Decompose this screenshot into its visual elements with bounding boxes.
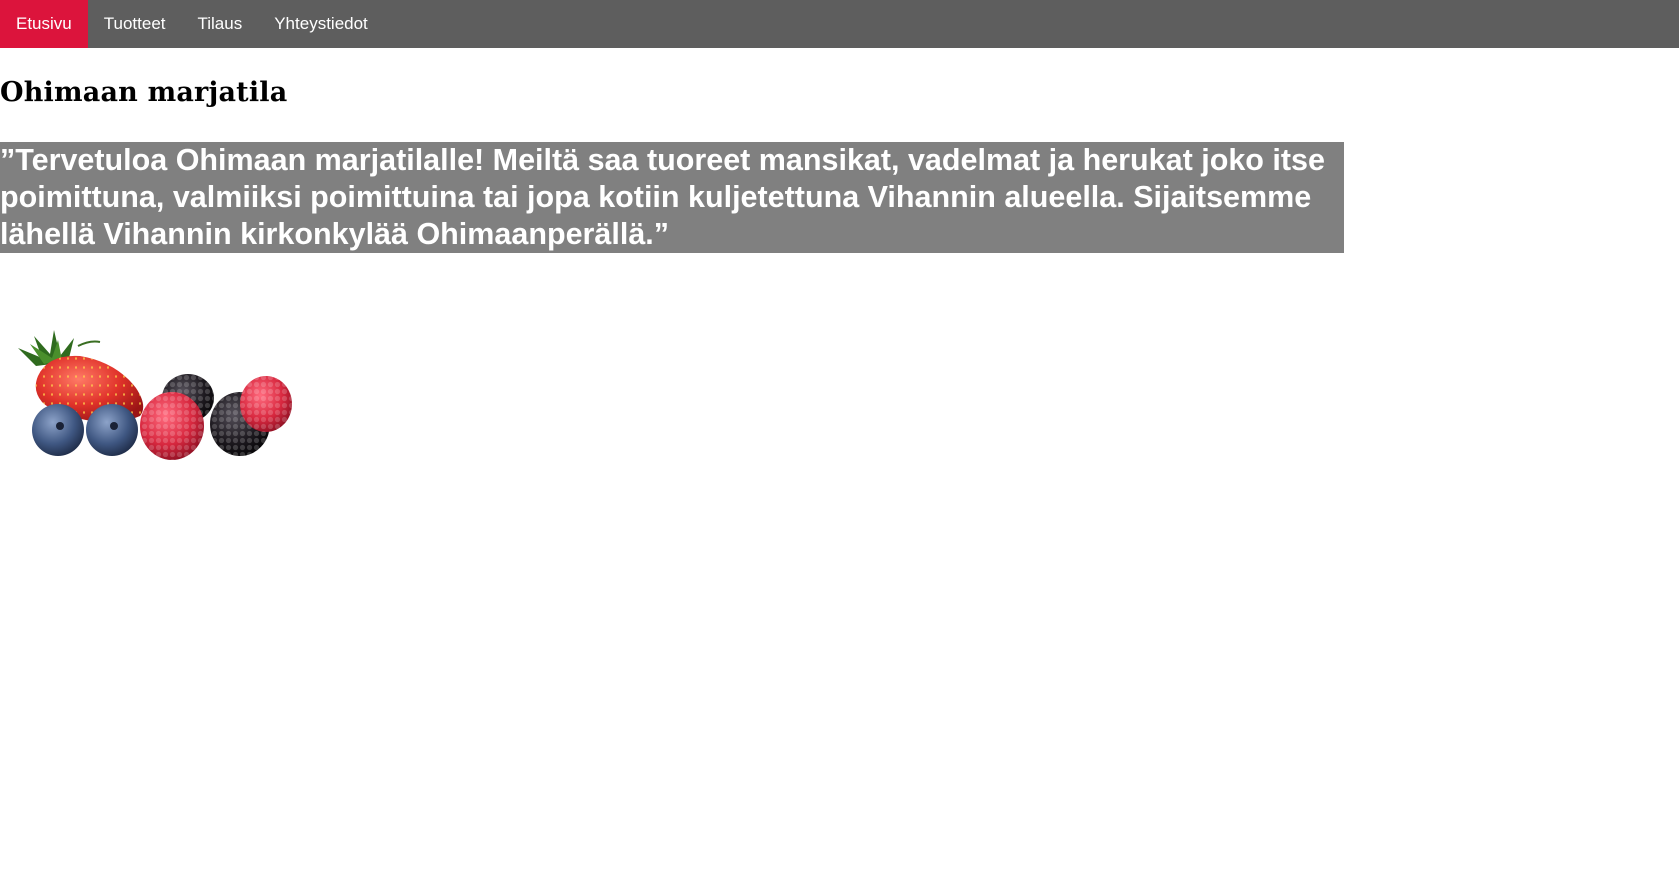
nav-item-etusivu[interactable]: Etusivu — [0, 0, 88, 48]
blueberry-2 — [86, 404, 138, 456]
welcome-text: ”Tervetuloa Ohimaan marjatilalle! Meiltä… — [0, 142, 1344, 253]
berries-image — [18, 330, 292, 460]
blueberry-1 — [32, 404, 84, 456]
raspberry-1 — [140, 392, 204, 460]
raspberry-2 — [240, 376, 292, 432]
nav-item-tuotteet[interactable]: Tuotteet — [88, 0, 182, 48]
nav-item-tilaus[interactable]: Tilaus — [182, 0, 259, 48]
page-title: Ohimaan marjatila — [0, 77, 288, 108]
top-navigation: Etusivu Tuotteet Tilaus Yhteystiedot — [0, 0, 1679, 48]
nav-item-yhteystiedot[interactable]: Yhteystiedot — [258, 0, 384, 48]
